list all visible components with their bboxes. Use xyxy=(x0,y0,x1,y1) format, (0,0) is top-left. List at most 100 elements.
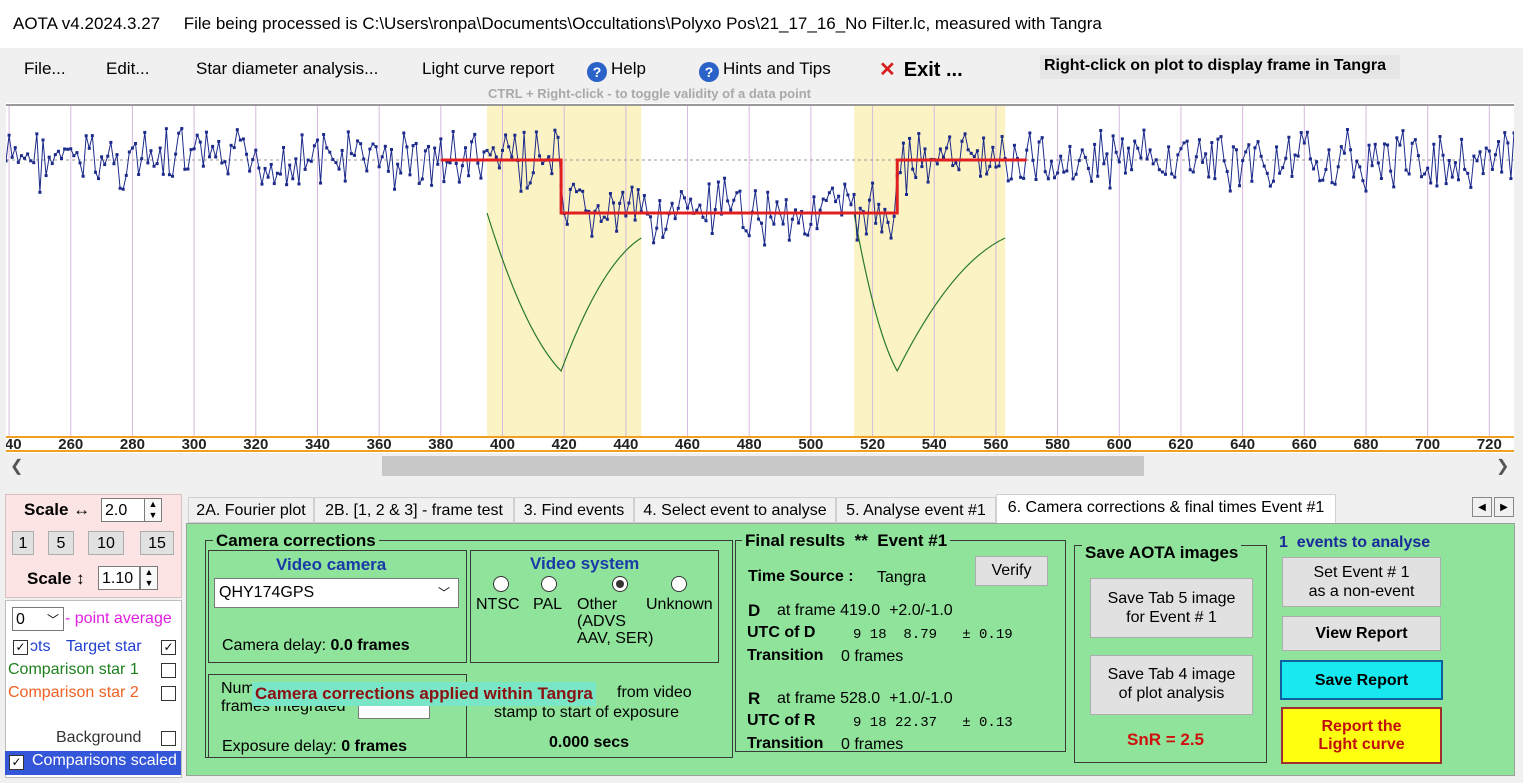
radio-ntsc[interactable] xyxy=(493,576,509,592)
data-point xyxy=(285,183,289,187)
data-point xyxy=(1133,139,1137,143)
data-point xyxy=(978,174,982,178)
tab-scroll-right-icon[interactable]: ▶ xyxy=(1494,497,1514,517)
radio-unknown[interactable] xyxy=(671,576,687,592)
report-light-curve-button[interactable]: Report the Light curve xyxy=(1281,707,1442,764)
tab-fourier-plot[interactable]: 2A. Fourier plot xyxy=(188,497,314,523)
data-point xyxy=(291,177,295,181)
quick-10-button[interactable]: 10 xyxy=(88,531,124,555)
tab-select-event[interactable]: 4. Select event to analyse xyxy=(634,497,836,523)
data-point xyxy=(525,186,529,190)
data-point xyxy=(103,163,107,167)
menu-hints[interactable]: ? Hints and Tips xyxy=(699,59,831,82)
data-point xyxy=(223,160,227,164)
save-report-button[interactable]: Save Report xyxy=(1280,660,1443,700)
scale-h-spinner[interactable]: ▲ ▼ xyxy=(144,498,162,522)
video-system-label: Video system xyxy=(530,554,640,573)
data-point xyxy=(698,203,702,207)
comparison-1-checkbox[interactable] xyxy=(161,663,176,678)
data-point xyxy=(935,162,939,166)
camera-select[interactable]: QHY174GPS ﹀ xyxy=(214,578,459,608)
data-point xyxy=(430,183,434,187)
radio-other[interactable] xyxy=(612,576,628,592)
data-point xyxy=(615,229,619,233)
data-point xyxy=(858,206,862,210)
scale-v-spinner[interactable]: ▲ ▼ xyxy=(140,566,158,590)
data-point xyxy=(760,221,764,225)
quick-5-button[interactable]: 5 xyxy=(48,531,74,555)
light-curve-plot[interactable]: 240 260 280 300 320 340 360 380 400 420 440 460 480 5… xyxy=(6,103,1514,453)
tab-find-events[interactable]: 3. Find events xyxy=(514,497,634,523)
comparison-2-checkbox[interactable] xyxy=(161,686,176,701)
menu-edit[interactable]: Edit... xyxy=(106,59,149,79)
data-point xyxy=(1250,179,1254,183)
tab-frame-test[interactable]: 2B. [1, 2 & 3] - frame test xyxy=(314,497,514,523)
pts-checkbox[interactable]: ✓ xyxy=(13,640,28,655)
data-point xyxy=(109,140,113,144)
data-point xyxy=(1231,145,1235,149)
data-point xyxy=(578,188,582,192)
data-point xyxy=(423,149,427,153)
scroll-right-icon[interactable]: ❯ xyxy=(1496,456,1509,476)
menu-exit[interactable]: ✕ Exit ... xyxy=(879,57,963,82)
x-tick-label: 280 xyxy=(120,436,145,453)
data-point xyxy=(340,148,344,152)
x-tick-label: 580 xyxy=(1045,436,1070,453)
video-camera-label: Video camera xyxy=(276,555,387,574)
non-event-button[interactable]: Set Event # 1 as a non-event xyxy=(1282,557,1441,607)
menu-star-diameter[interactable]: Star diameter analysis... xyxy=(196,59,378,79)
data-point xyxy=(784,198,788,202)
save-tab4-button[interactable]: Save Tab 4 image of plot analysis xyxy=(1090,655,1253,715)
data-point xyxy=(334,161,338,165)
camera-delay-value: 0.0 frames xyxy=(330,637,410,654)
data-point xyxy=(571,182,575,186)
data-point xyxy=(676,206,680,210)
x-tick-label: 420 xyxy=(552,436,577,453)
data-point xyxy=(201,164,205,168)
hints-label: Hints and Tips xyxy=(723,59,831,78)
save-images-title: Save AOTA images xyxy=(1082,543,1242,563)
view-report-button[interactable]: View Report xyxy=(1282,616,1441,651)
data-point xyxy=(834,200,838,204)
data-point xyxy=(1453,161,1457,165)
data-point xyxy=(50,162,54,166)
data-point xyxy=(1509,177,1513,181)
menu-light-curve-report[interactable]: Light curve report xyxy=(422,59,554,79)
tab-analyse-event[interactable]: 5. Analyse event #1 xyxy=(836,497,996,523)
scroll-left-icon[interactable]: ❮ xyxy=(10,456,23,476)
data-point xyxy=(883,207,887,211)
data-point xyxy=(312,144,316,148)
help-icon: ? xyxy=(587,62,607,82)
data-point xyxy=(442,180,446,184)
data-point xyxy=(975,149,979,153)
scale-v-input[interactable]: 1.10 xyxy=(98,566,140,590)
data-point xyxy=(732,198,736,202)
comparisons-scaled-checkbox[interactable]: ✓ xyxy=(9,755,24,770)
save-tab5-button[interactable]: Save Tab 5 image for Event # 1 xyxy=(1090,578,1253,638)
data-point xyxy=(1512,131,1514,135)
data-point xyxy=(174,152,178,156)
data-point xyxy=(735,191,739,195)
data-point xyxy=(565,222,569,226)
quick-1-button[interactable]: 1 xyxy=(12,531,34,555)
data-point xyxy=(809,222,813,226)
data-point xyxy=(127,150,131,154)
data-point xyxy=(602,215,606,219)
data-point xyxy=(192,147,196,151)
verify-button[interactable]: Verify xyxy=(975,556,1048,586)
menu-help[interactable]: ? Help xyxy=(587,59,646,82)
data-point xyxy=(723,176,727,180)
target-star-checkbox[interactable]: ✓ xyxy=(161,640,176,655)
point-average-select[interactable]: 0 ﹀ xyxy=(12,607,64,631)
scrollbar-thumb[interactable] xyxy=(382,456,1144,476)
data-point xyxy=(1247,143,1251,147)
tab-camera-corrections[interactable]: 6. Camera corrections & final times Even… xyxy=(996,494,1336,524)
radio-pal[interactable] xyxy=(541,576,557,592)
menu-file[interactable]: File... xyxy=(24,59,66,79)
background-checkbox[interactable] xyxy=(161,731,176,746)
tab-scroll-left-icon[interactable]: ◀ xyxy=(1472,497,1492,517)
scale-h-input[interactable]: 2.0 xyxy=(101,498,145,522)
quick-15-button[interactable]: 15 xyxy=(140,531,174,555)
data-point xyxy=(60,157,64,161)
data-point xyxy=(1228,189,1232,193)
